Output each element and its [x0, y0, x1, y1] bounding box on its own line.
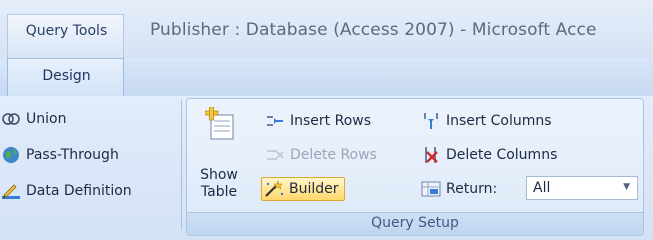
builder-label: Builder: [289, 181, 339, 197]
return-label: Return:: [446, 181, 498, 197]
query-setup-group: Show Table Insert Rows Delete Rows Build…: [186, 98, 644, 236]
ribbon-panel: Union Pass-Through Data Definition Show …: [0, 96, 653, 240]
window-title: Publisher : Database (Access 2007) - Mic…: [150, 20, 597, 40]
delete-rows-icon: [263, 145, 287, 165]
query-tools-context-tab: Query Tools: [7, 14, 124, 58]
return-label-group: Return:: [419, 177, 497, 201]
delete-rows-label: Delete Rows: [290, 147, 377, 163]
delete-rows-button[interactable]: Delete Rows: [263, 143, 377, 167]
query-setup-group-footer: Query Setup: [187, 212, 643, 235]
return-dropdown[interactable]: All ▼: [526, 176, 638, 200]
insert-columns-button[interactable]: Insert Columns: [419, 109, 552, 133]
insert-columns-icon: [419, 111, 443, 131]
title-bar: Query Tools Publisher : Database (Access…: [0, 0, 653, 58]
ribbon-tab-strip: Design: [0, 58, 653, 97]
delete-columns-button[interactable]: Delete Columns: [419, 143, 557, 167]
tab-design[interactable]: Design: [7, 58, 124, 97]
pass-through-label: Pass-Through: [26, 147, 119, 163]
show-table-label-line2: Table: [200, 184, 238, 200]
delete-columns-label: Delete Columns: [446, 147, 558, 163]
insert-columns-label: Insert Columns: [446, 113, 552, 129]
insert-rows-icon: [263, 111, 287, 131]
query-type-group: Union Pass-Through Data Definition: [0, 98, 180, 236]
tab-design-label: Design: [42, 68, 91, 84]
chevron-down-icon[interactable]: ▼: [623, 182, 630, 192]
query-tools-label: Query Tools: [25, 23, 108, 39]
pencil-ruler-icon: [0, 181, 22, 201]
group-separator: [181, 100, 182, 230]
delete-columns-icon: [419, 145, 443, 165]
insert-rows-button[interactable]: Insert Rows: [263, 109, 371, 133]
insert-rows-label: Insert Rows: [290, 113, 372, 129]
show-table-button[interactable]: Show Table: [193, 101, 245, 211]
show-table-label-line1: Show: [200, 167, 238, 183]
union-icon: [0, 109, 22, 129]
query-setup-group-label: Query Setup: [371, 215, 459, 231]
globe-icon: [0, 145, 22, 165]
show-table-icon: [204, 106, 235, 145]
union-label: Union: [26, 111, 67, 127]
data-definition-label: Data Definition: [26, 183, 132, 199]
builder-wand-icon: [262, 179, 286, 199]
pass-through-button[interactable]: Pass-Through: [0, 142, 119, 168]
data-definition-button[interactable]: Data Definition: [0, 178, 132, 204]
return-dropdown-value: All: [533, 180, 551, 196]
return-top-values-icon: [419, 179, 443, 199]
builder-button[interactable]: Builder: [261, 177, 345, 201]
union-button[interactable]: Union: [0, 106, 66, 132]
